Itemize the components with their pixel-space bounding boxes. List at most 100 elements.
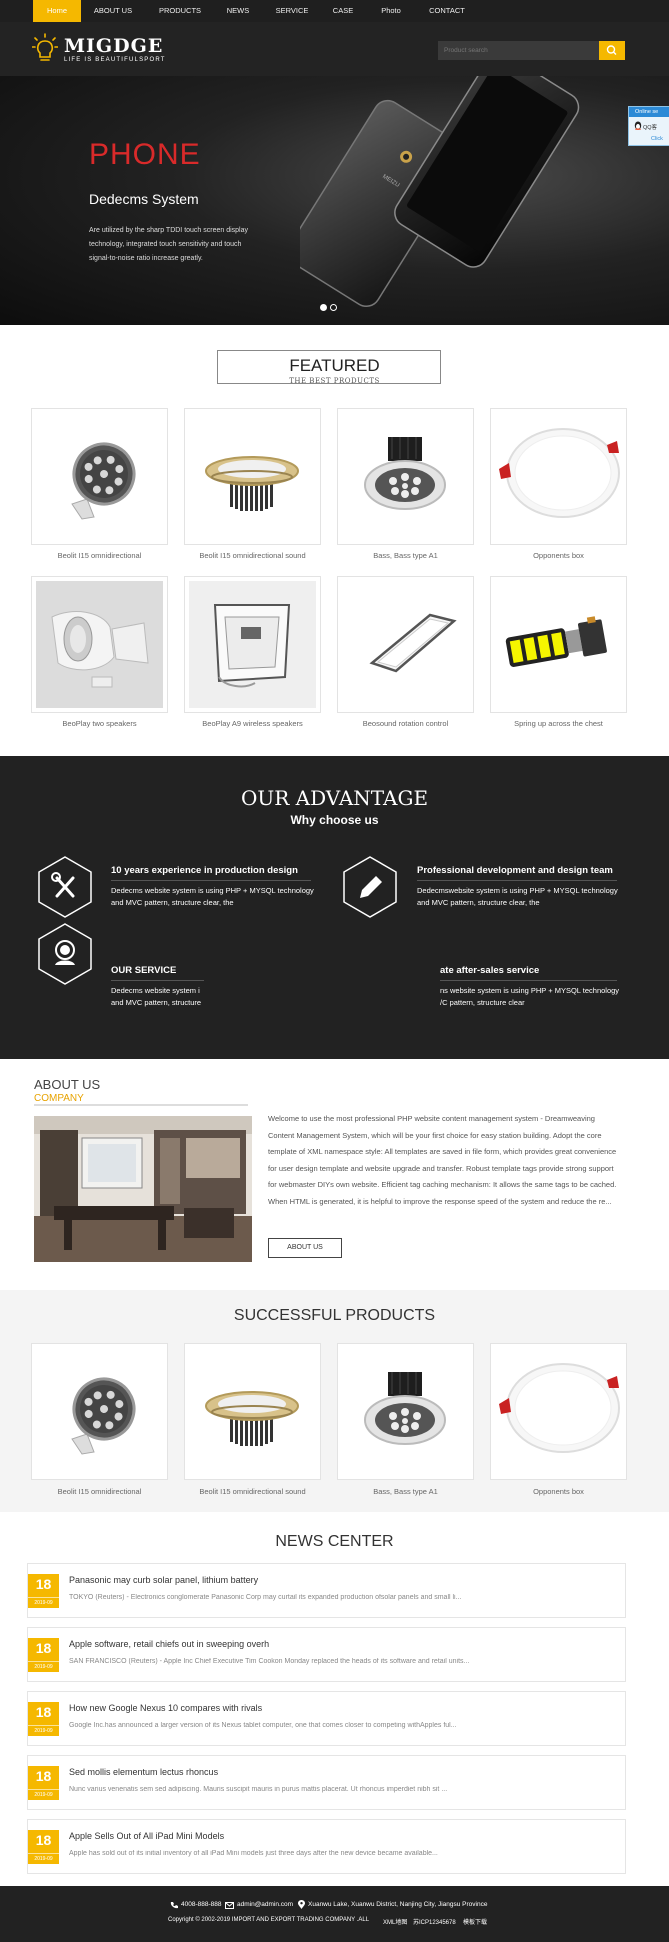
product-card[interactable] (490, 1343, 627, 1480)
about-title: ABOUT US (34, 1077, 101, 1092)
nav-contact[interactable]: CONTACT (423, 0, 471, 22)
about-text: Welcome to use the most professional PHP… (268, 1114, 617, 1206)
online-qq-label: QQ客 (643, 125, 658, 131)
footer-icp[interactable]: 苏ICP12345678 (413, 1917, 456, 1926)
phone-image: MEIZU (300, 76, 580, 308)
product-caption[interactable]: Beolit I15 omnidirectional sound (184, 551, 321, 560)
product-card[interactable] (490, 408, 627, 545)
product-card[interactable] (184, 1343, 321, 1480)
news-title[interactable]: How new Google Nexus 10 compares with ri… (69, 1703, 262, 1713)
product-card[interactable] (337, 1343, 474, 1480)
about-subtitle: COMPANY (34, 1093, 84, 1104)
nav-service[interactable]: SERVICE (271, 0, 313, 22)
product-caption[interactable]: Spring up across the chest (490, 719, 627, 728)
news-year-month: 2019-09 (28, 1661, 59, 1670)
nav-products[interactable]: PRODUCTS (153, 0, 207, 22)
logo-subtitle: LIFE IS BEAUTIFULSPORT (64, 57, 166, 63)
online-service-widget[interactable]: Online se QQ客 Click (628, 106, 669, 146)
advantage-item-title: OUR SERVICE (111, 965, 177, 976)
news-title[interactable]: Sed mollis elementum lectus rhoncus (69, 1767, 218, 1777)
news-date-badge: 18 2019-09 (28, 1574, 59, 1608)
successful-products-title: SUCCESSFUL PRODUCTS (233, 1307, 436, 1324)
pencil-icon (343, 856, 397, 918)
advantage-item-title: Professional development and design team (417, 865, 613, 876)
featured-title: FEATURED (289, 356, 380, 375)
news-year-month: 2019-09 (28, 1789, 59, 1798)
search-button[interactable] (599, 41, 625, 60)
location-pin-icon (298, 1900, 305, 1909)
slide-dot-1[interactable] (320, 304, 327, 311)
product-caption[interactable]: Bass, Bass type A1 (337, 1487, 474, 1496)
news-item[interactable]: 18 2019-09 Sed mollis elementum lectus r… (27, 1755, 626, 1810)
banner-title: PHONE (89, 138, 201, 171)
news-day: 18 (35, 1768, 52, 1784)
news-item[interactable]: 18 2019-09 Apple Sells Out of All iPad M… (27, 1819, 626, 1874)
product-caption[interactable]: Beolit I15 omnidirectional (31, 551, 168, 560)
advantage-item-desc: /C pattern, structure clear (440, 998, 525, 1007)
news-title[interactable]: Apple Sells Out of All iPad Mini Models (69, 1831, 224, 1841)
product-card[interactable] (490, 576, 627, 713)
footer-email[interactable]: admin@admin.com (237, 1901, 293, 1908)
news-date-badge: 18 2019-09 (28, 1702, 59, 1736)
about-us-button[interactable]: ABOUT US (268, 1238, 342, 1258)
nav-about-us[interactable]: ABOUT US (88, 0, 138, 22)
nav-photo[interactable]: Photo (373, 0, 409, 22)
product-card[interactable] (31, 1343, 168, 1480)
product-caption[interactable]: Beolit I15 omnidirectional (31, 1487, 168, 1496)
product-caption[interactable]: BeoPlay A9 wireless speakers (184, 719, 321, 728)
product-card[interactable] (184, 576, 321, 713)
news-title[interactable]: Panasonic may curb solar panel, lithium … (69, 1575, 258, 1585)
footer-template-link[interactable]: 模板下载 (463, 1917, 487, 1926)
product-caption[interactable]: Bass, Bass type A1 (337, 551, 474, 560)
featured-subtitle: THE BEST PRODUCTS (289, 377, 380, 385)
product-caption[interactable]: Opponents box (490, 1487, 627, 1496)
round-panel-icon (499, 428, 620, 518)
flood-panel-icon (189, 581, 316, 708)
product-caption[interactable]: Opponents box (490, 551, 627, 560)
search-input[interactable] (438, 41, 599, 60)
nav-news[interactable]: NEWS (220, 0, 256, 22)
car-bulb-icon (505, 616, 607, 667)
led-spotlight-icon (364, 1372, 446, 1445)
search-icon (606, 45, 617, 55)
logo-title[interactable]: MIGDGE (64, 35, 163, 57)
product-caption[interactable]: BeoPlay two speakers (31, 719, 168, 728)
news-item[interactable]: 18 2019-09 How new Google Nexus 10 compa… (27, 1691, 626, 1746)
product-card[interactable] (184, 408, 321, 545)
support-icon (38, 923, 92, 985)
advantage-title: OUR ADVANTAGE (240, 786, 429, 810)
lightbulb-logo-icon[interactable] (32, 33, 58, 63)
slide-dot-2[interactable] (330, 304, 337, 311)
advantage-item-title: 10 years experience in production design (111, 865, 298, 876)
product-caption[interactable]: Beosound rotation control (337, 719, 474, 728)
flat-panel-icon (369, 613, 457, 673)
advantage-item-desc: Dedecms website system is using PHP + MY… (111, 886, 314, 895)
news-item[interactable]: 18 2019-09 Panasonic may curb solar pane… (27, 1563, 626, 1618)
nav-home[interactable]: Home (33, 0, 81, 22)
news-day: 18 (35, 1832, 52, 1848)
news-date-badge: 18 2019-09 (28, 1766, 59, 1800)
advantage-item-desc: Dedecms website system i (111, 986, 200, 995)
divider (111, 880, 311, 881)
banner-subtitle: Dedecms System (89, 191, 199, 207)
news-day: 18 (35, 1576, 52, 1592)
product-card[interactable] (31, 408, 168, 545)
nav-case[interactable]: CASE (327, 0, 359, 22)
round-panel-icon (499, 1363, 620, 1453)
led-spotlight-icon (364, 437, 446, 510)
white-lamp-icon (36, 581, 163, 708)
product-card[interactable] (31, 576, 168, 713)
product-card[interactable] (337, 408, 474, 545)
news-year-month: 2019-09 (28, 1853, 59, 1862)
news-summary: Google Inc.has announced a larger versio… (69, 1722, 457, 1729)
advantage-item-desc: and MVC pattern, structure clear, the (111, 898, 234, 907)
advantage-section: OUR ADVANTAGE Why choose us 10 years exp… (0, 756, 669, 1059)
product-card[interactable] (337, 576, 474, 713)
online-click-link[interactable]: Click (651, 136, 663, 142)
product-caption[interactable]: Beolit I15 omnidirectional sound (184, 1487, 321, 1496)
news-item[interactable]: 18 2019-09 Apple software, retail chiefs… (27, 1627, 626, 1682)
hero-banner: MEIZU PHONE Dedecms System Are utilized … (0, 76, 669, 325)
news-title[interactable]: Apple software, retail chiefs out in swe… (69, 1639, 269, 1649)
footer-xml-link[interactable]: XML地图 (383, 1917, 407, 1926)
site-footer: 4008-888-888 admin@admin.com Xuanwu Lake… (0, 1886, 669, 1942)
